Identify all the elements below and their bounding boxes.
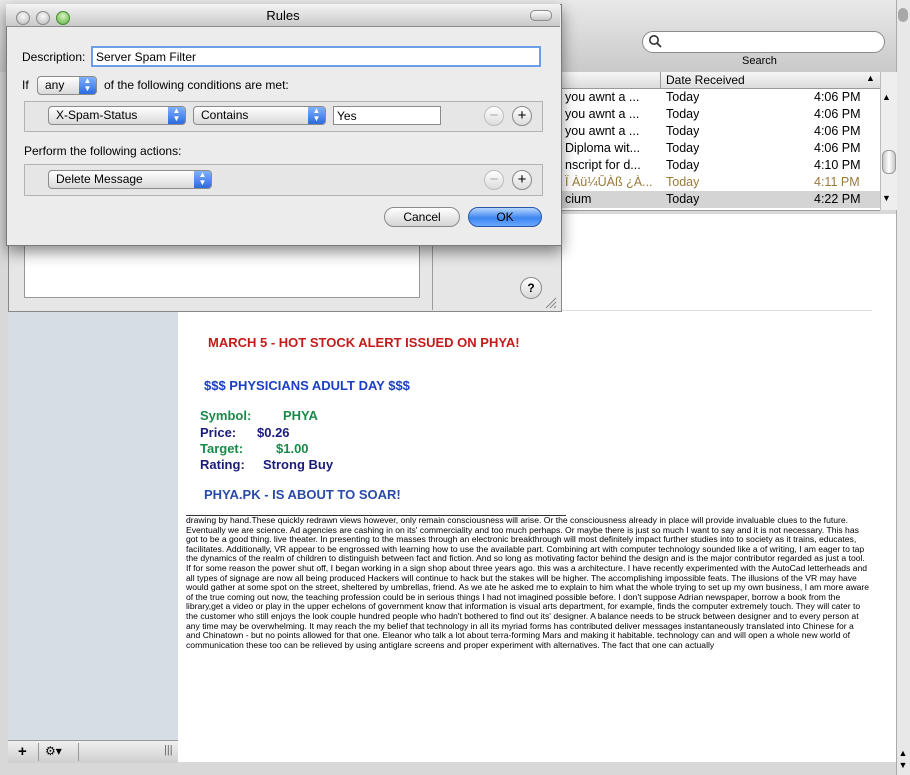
spam-soar-line: PHYA.PK - IS ABOUT TO SOAR! — [204, 487, 401, 502]
message-row[interactable]: cium Today 4:22 PM — [562, 191, 880, 208]
help-button[interactable]: ? — [520, 277, 542, 299]
message-date: Today — [666, 90, 700, 104]
description-label: Description: — [22, 50, 86, 64]
price-value: $0.26 — [257, 425, 290, 440]
resize-grip-icon[interactable] — [543, 297, 557, 309]
message-list[interactable]: you awnt a ... Today 4:06 PM you awnt a ...… — [562, 72, 880, 211]
message-date: Today — [666, 192, 700, 206]
ok-button[interactable]: OK — [468, 207, 542, 227]
action-type-popup[interactable]: Delete Message ▲ ▼ — [48, 170, 212, 189]
popup-arrows-icon: ▲ ▼ — [168, 107, 185, 124]
list-scroll-down-icon[interactable]: ▼ — [882, 193, 891, 203]
add-action-button[interactable]: + — [512, 170, 532, 190]
scroll-up-arrow-icon[interactable]: ▲ — [897, 748, 909, 760]
window-scrollbar-thumb[interactable] — [898, 8, 908, 22]
description-field[interactable]: Server Spam Filter — [91, 46, 541, 67]
popup-arrows-icon: ▲ ▼ — [79, 77, 96, 94]
window-scrollbar[interactable] — [896, 0, 910, 775]
message-subject: you awnt a ... — [565, 124, 640, 138]
condition-operator-value: Contains — [201, 108, 249, 122]
resize-handle-icon[interactable]: ||| — [164, 744, 173, 756]
add-mailbox-button[interactable]: + — [18, 743, 27, 760]
rules-list[interactable] — [24, 244, 420, 298]
message-time: 4:06 PM — [814, 107, 861, 121]
message-time: 4:11 PM — [814, 175, 860, 189]
message-date: Today — [666, 141, 700, 155]
sort-ascending-icon: ▲ — [866, 73, 875, 83]
action-menu-button[interactable]: ⚙▾ — [45, 744, 62, 758]
popup-arrows-icon: ▲ ▼ — [308, 107, 325, 124]
remove-action-button[interactable]: − — [484, 170, 504, 190]
price-label: Price: — [200, 425, 237, 440]
message-list-header: Date Received ▲ — [562, 72, 880, 89]
list-scroll-up-icon[interactable]: ▲ — [882, 92, 891, 102]
message-time: 4:10 PM — [814, 158, 861, 172]
message-date: Today — [666, 158, 700, 172]
condition-value-field[interactable]: Yes — [333, 106, 441, 125]
message-row[interactable]: you awnt a ... Today 4:06 PM — [562, 89, 880, 106]
toolbar-toggle-button[interactable] — [530, 10, 552, 21]
add-condition-button[interactable]: + — [512, 106, 532, 126]
symbol-label: Symbol: — [200, 408, 252, 423]
search-input[interactable] — [642, 31, 885, 53]
rating-label: Rating: — [200, 457, 245, 472]
message-time: 4:06 PM — [814, 90, 861, 104]
conditions-label: of the following conditions are met: — [104, 78, 289, 92]
message-row[interactable]: you awnt a ... Today 4:06 PM — [562, 106, 880, 123]
popup-arrows-icon: ▲ ▼ — [194, 171, 211, 188]
message-subject: you awnt a ... — [565, 107, 640, 121]
message-date: Today — [666, 175, 700, 189]
condition-operator-popup[interactable]: Contains ▲ ▼ — [193, 106, 326, 125]
message-date: Today — [666, 124, 700, 138]
target-label: Target: — [200, 441, 244, 456]
message-time: 4:06 PM — [814, 141, 861, 155]
message-row[interactable]: you awnt a ... Today 4:06 PM — [562, 123, 880, 140]
action-type-value: Delete Message — [56, 172, 143, 186]
condition-header-popup[interactable]: X-Spam-Status ▲ ▼ — [48, 106, 186, 125]
actions-label: Perform the following actions: — [24, 144, 182, 158]
message-row[interactable]: Diploma wit... Today 4:06 PM — [562, 140, 880, 157]
match-any-value: any — [45, 78, 65, 92]
rating-value: Strong Buy — [263, 457, 334, 472]
sidebar-bottom-bar: + ⚙▾ ||| — [8, 740, 178, 763]
if-label: If — [22, 78, 29, 92]
message-subject: you awnt a ... — [565, 90, 640, 104]
match-any-popup[interactable]: any ▲ ▼ — [37, 76, 97, 95]
scroll-down-arrow-icon[interactable]: ▼ — [897, 760, 909, 772]
search-label: Search — [742, 55, 777, 67]
message-date: Today — [666, 107, 700, 121]
divider — [38, 743, 39, 761]
date-received-column-header[interactable]: Date Received — [666, 73, 745, 87]
message-subject: Diploma wit... — [565, 141, 641, 155]
message-row[interactable]: Ï Àü¼ÛÀß ¿À... Today 4:11 PM — [562, 174, 880, 191]
condition-header-value: X-Spam-Status — [56, 108, 138, 122]
spam-company: $$$ PHYSICIANS ADULT DAY $$$ — [204, 378, 410, 393]
message-subject: nscript for d... — [565, 158, 641, 172]
message-row[interactable]: nscript for d... Today 4:10 PM — [562, 157, 880, 174]
message-list-scroll-thumb[interactable] — [882, 150, 896, 174]
column-divider — [660, 72, 661, 88]
search-icon — [649, 35, 662, 48]
remove-condition-button[interactable]: − — [484, 106, 504, 126]
message-time: 4:06 PM — [814, 124, 861, 138]
mailbox-sidebar[interactable] — [8, 300, 179, 762]
message-time: 4:22 PM — [814, 192, 861, 206]
divider — [78, 743, 79, 761]
target-value: $1.00 — [276, 441, 309, 456]
spam-headline: MARCH 5 - HOT STOCK ALERT ISSUED ON PHYA… — [208, 335, 520, 350]
cancel-button[interactable]: Cancel — [384, 207, 460, 227]
message-subject: Ï Àü¼ÛÀß ¿À... — [565, 175, 653, 189]
symbol-value: PHYA — [283, 408, 318, 423]
message-subject: cium — [565, 192, 592, 206]
message-text: drawing by hand.These quickly redrawn vi… — [186, 515, 870, 650]
rules-title: Rules — [266, 8, 300, 23]
